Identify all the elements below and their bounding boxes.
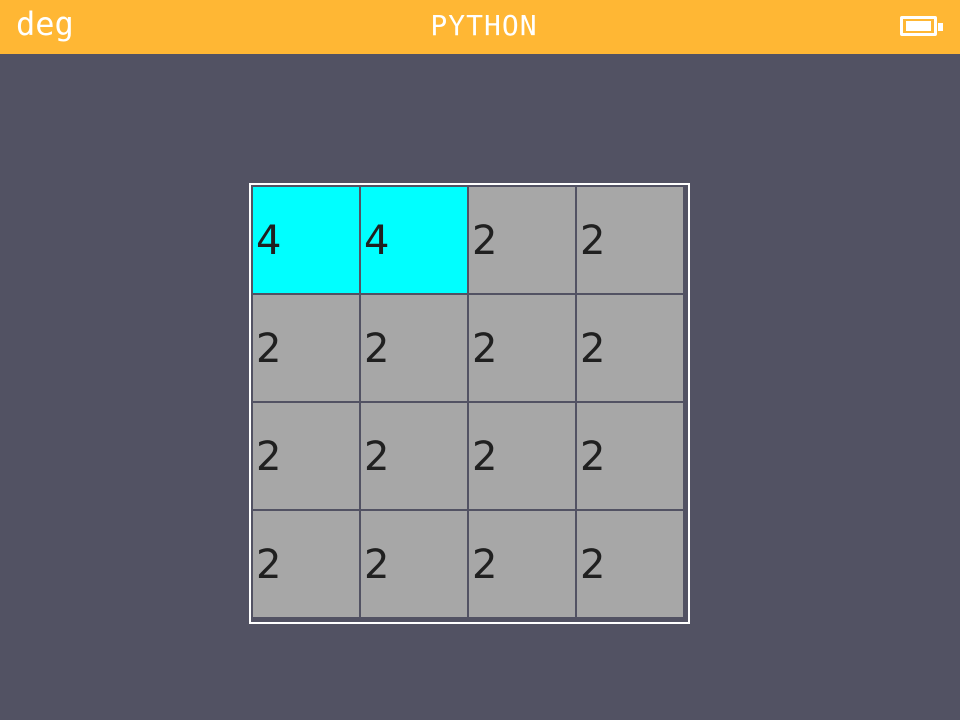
tile-r3-c0: 2 (253, 511, 359, 617)
tile-r0-c1: 4 (361, 187, 467, 293)
app-title: PYTHON (430, 9, 538, 42)
battery-level (906, 21, 931, 31)
tile-r0-c2: 2 (469, 187, 575, 293)
tile-r3-c1: 2 (361, 511, 467, 617)
tile-r1-c3: 2 (577, 295, 683, 401)
tile-r2-c2: 2 (469, 403, 575, 509)
game-board: 4 4 2 2 2 2 2 2 2 2 2 2 2 2 2 2 (249, 183, 690, 624)
battery-terminal (938, 23, 943, 31)
battery-full-icon (900, 16, 943, 36)
tile-r3-c3: 2 (577, 511, 683, 617)
tile-r0-c0: 4 (253, 187, 359, 293)
tile-r2-c0: 2 (253, 403, 359, 509)
tile-r2-c1: 2 (361, 403, 467, 509)
tile-r1-c2: 2 (469, 295, 575, 401)
tile-r1-c1: 2 (361, 295, 467, 401)
status-bar: deg PYTHON (0, 0, 960, 54)
tile-r1-c0: 2 (253, 295, 359, 401)
tile-r0-c3: 2 (577, 187, 683, 293)
tile-r3-c2: 2 (469, 511, 575, 617)
tile-r2-c3: 2 (577, 403, 683, 509)
